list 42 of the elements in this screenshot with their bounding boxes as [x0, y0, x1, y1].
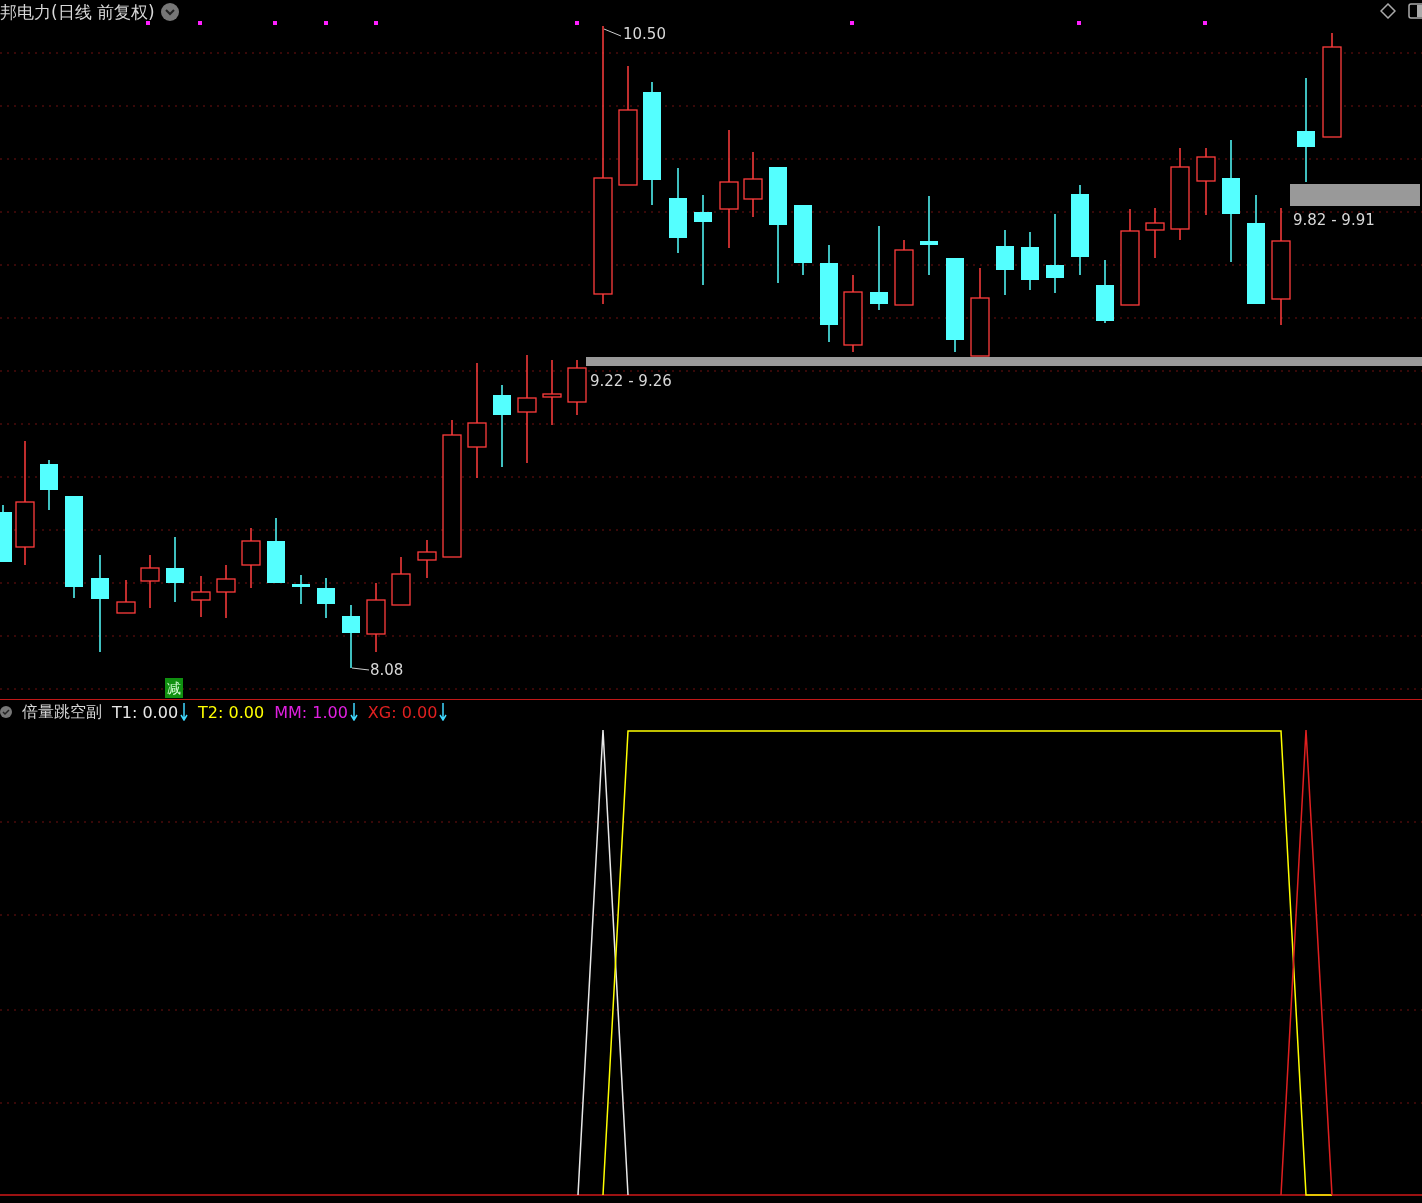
candlestick: [317, 577, 335, 619]
candlestick: [40, 459, 58, 511]
indicator-value: T2: 0.00: [198, 702, 265, 722]
candlestick: [391, 556, 411, 606]
candlestick: [567, 359, 587, 416]
indicator-value: MM: 1.00: [274, 702, 348, 722]
indicator-value: T1: 0.00: [112, 702, 179, 722]
candlestick: [1145, 207, 1165, 259]
dropdown-icon[interactable]: [160, 3, 179, 21]
candlestick: [166, 536, 184, 603]
candlestick: [996, 229, 1014, 296]
candlestick: [241, 527, 261, 589]
candlestick: [0, 504, 12, 563]
candlestick: [417, 539, 437, 579]
diamond-icon[interactable]: [1380, 3, 1396, 19]
candlestick: [216, 564, 236, 619]
indicator-name: 倍量跳空副: [22, 701, 102, 723]
candlestick: [116, 579, 136, 614]
candlestick: [267, 517, 285, 584]
price-zone-label: 9.82 - 9.91: [1293, 210, 1375, 230]
chart-title: 邦电力(日线 前复权): [0, 1, 155, 23]
check-icon[interactable]: [0, 706, 12, 718]
price-zone-label: 9.22 - 9.26: [590, 371, 672, 391]
leader-line: [603, 28, 622, 37]
candlestick: [191, 575, 211, 618]
candlestick: [743, 151, 763, 218]
signal-tag: 减: [165, 678, 183, 698]
candlestick: [292, 574, 310, 605]
candlestick: [1196, 147, 1216, 216]
candlestick: [1021, 231, 1039, 291]
low-price-label: 8.08: [370, 660, 404, 680]
candlestick: [794, 204, 812, 276]
high-price-label: 10.50: [623, 24, 666, 44]
candlestick: [894, 239, 914, 306]
candlestick: [366, 582, 386, 653]
candlestick: [140, 554, 160, 609]
candlestick: [342, 604, 360, 669]
candlestick: [1096, 259, 1114, 324]
indicator-value: XG: 0.00: [367, 702, 438, 722]
leader-line: [351, 667, 370, 671]
candlestick: [542, 359, 562, 426]
panel-toggle-icon[interactable]: [1408, 2, 1422, 20]
